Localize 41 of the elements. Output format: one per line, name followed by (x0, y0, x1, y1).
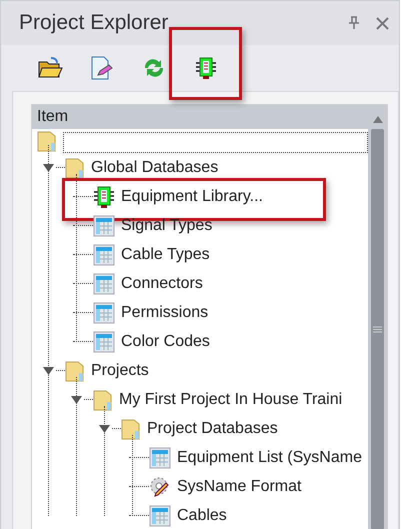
tree-item[interactable]: Signal Types (121, 216, 212, 234)
tree-item[interactable]: Equipment Library... (121, 188, 263, 206)
tree-item[interactable]: Projects (91, 362, 149, 380)
folder-icon (121, 416, 141, 440)
close-icon[interactable] (376, 16, 389, 30)
folder-icon (93, 388, 113, 412)
expand-arrow-icon[interactable] (71, 396, 82, 404)
chip-icon (93, 184, 115, 208)
table-icon (149, 504, 171, 526)
table-icon (93, 302, 115, 324)
folder-icon (65, 156, 85, 180)
document-pencil-icon (89, 56, 115, 80)
expand-arrow-icon[interactable] (99, 424, 110, 432)
tree-item[interactable]: Global Databases (91, 158, 218, 176)
grip-icon (373, 326, 382, 333)
tree-item[interactable]: Project Databases (147, 420, 278, 438)
tree-item[interactable]: My First Project In House Traini (119, 390, 342, 408)
open-folder-icon (37, 56, 63, 80)
table-icon (149, 446, 171, 468)
folder-icon (65, 358, 85, 382)
folder-icon (37, 129, 57, 153)
gear-pencil-icon (149, 476, 171, 498)
expand-arrow-icon[interactable] (43, 366, 54, 374)
scroll-up-icon[interactable] (372, 116, 382, 123)
tree-item[interactable]: Permissions (121, 304, 208, 322)
tree-item[interactable]: SysName Format (177, 478, 302, 496)
expand-arrow-icon[interactable] (43, 164, 54, 172)
table-icon (93, 330, 115, 352)
table-icon (93, 244, 115, 266)
column-header[interactable]: Item (32, 105, 368, 129)
tree-item[interactable]: Equipment List (SysName (177, 448, 362, 466)
tree-item[interactable]: Cables (177, 506, 227, 524)
chip-icon (195, 56, 217, 80)
tree-item[interactable]: Cable Types (121, 246, 210, 264)
table-icon (93, 214, 115, 236)
scrollbar-thumb[interactable] (371, 129, 384, 529)
table-icon (93, 272, 115, 294)
panel-title: Project Explorer (19, 11, 170, 35)
pin-icon[interactable] (348, 16, 360, 30)
tree-item[interactable]: Color Codes (121, 332, 210, 350)
tree-item[interactable]: Connectors (121, 274, 203, 292)
